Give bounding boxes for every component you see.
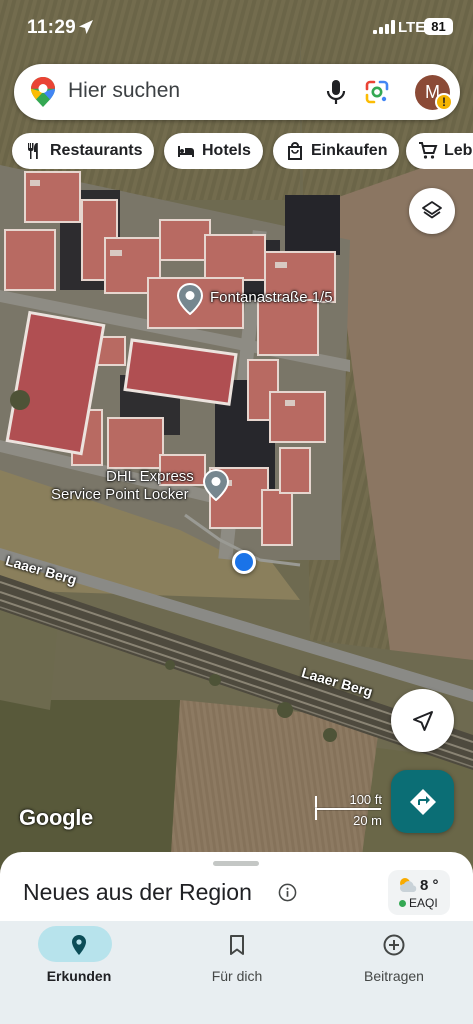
directions-button[interactable]: [391, 770, 454, 833]
chip-label: Einkaufen: [311, 142, 388, 159]
search-bar[interactable]: Hier suchen M !: [14, 64, 460, 120]
nav-tab-erkunden[interactable]: Erkunden: [0, 921, 158, 1001]
shopping-bag-icon: [288, 142, 302, 160]
chip-label: Restaurants: [50, 142, 143, 159]
chip-hotels[interactable]: Hotels: [164, 133, 263, 169]
google-attribution: Google: [19, 805, 93, 830]
search-input[interactable]: Hier suchen: [68, 79, 180, 103]
battery-indicator: 81: [424, 18, 453, 35]
microphone-icon[interactable]: [323, 78, 349, 106]
fork-knife-icon: [28, 143, 38, 159]
chip-einkaufen[interactable]: Einkaufen: [273, 133, 400, 169]
sheet-drag-handle[interactable]: [213, 861, 259, 866]
network-type: LTE: [398, 19, 426, 36]
category-chips: Restaurants Hotels Einkaufen Lebe: [0, 133, 473, 169]
signal-bars-icon: [373, 20, 395, 34]
chip-restaurants[interactable]: Restaurants: [12, 133, 155, 169]
scale-bar: [315, 808, 381, 810]
sheet-title: Neues aus der Region: [23, 879, 252, 905]
current-location-dot[interactable]: [232, 550, 256, 574]
my-location-button[interactable]: [391, 689, 454, 752]
nav-tab-fuer-dich[interactable]: Für dich: [158, 921, 316, 1001]
scale-imperial: 100 ft: [349, 792, 382, 807]
bed-icon: [178, 146, 194, 157]
google-maps-pin-icon: [31, 77, 55, 107]
nav-label: Für dich: [211, 968, 263, 984]
cart-icon: [419, 142, 438, 159]
warning-badge-icon: !: [435, 93, 453, 111]
directions-icon: [409, 788, 436, 815]
nav-label: Erkunden: [46, 968, 112, 984]
plus-circle-icon: [383, 934, 405, 956]
weather-chip[interactable]: 8 ° EAQI: [388, 870, 450, 915]
place-label-dhl-line2[interactable]: Service Point Locker: [51, 486, 189, 503]
place-label-fontanastrasse[interactable]: Fontanastraße 1/5: [210, 289, 333, 306]
place-label-dhl-line1[interactable]: DHL Express: [106, 468, 194, 485]
bookmark-icon: [230, 935, 244, 955]
nav-tab-beitragen[interactable]: Beitragen: [315, 921, 473, 1001]
info-icon[interactable]: [278, 883, 297, 902]
navigation-arrow-icon: [412, 710, 433, 731]
map-scale: 100 ft 20 m: [312, 792, 382, 832]
weather-temperature: 8 °: [420, 877, 439, 894]
chip-label: Hotels: [202, 142, 251, 159]
place-marker-icon[interactable]: [177, 283, 203, 315]
location-arrow-icon: [79, 20, 93, 34]
layers-icon: [422, 201, 442, 219]
bottom-navigation: Erkunden Für dich Beitragen: [0, 921, 473, 1024]
status-bar: 11:29 LTE 81: [0, 0, 473, 56]
chip-label: Lebe: [444, 142, 473, 159]
status-time: 11:29: [27, 17, 77, 38]
nav-label: Beitragen: [364, 968, 424, 984]
air-quality-label: EAQI: [409, 896, 438, 910]
scale-metric: 20 m: [353, 813, 382, 828]
explore-pin-icon: [72, 935, 86, 955]
scale-tick: [315, 808, 317, 820]
layers-button[interactable]: [409, 188, 455, 234]
partly-cloudy-icon: [400, 878, 417, 892]
air-quality-dot: [399, 900, 406, 907]
google-lens-icon[interactable]: [363, 78, 391, 106]
chip-lebensmittel[interactable]: Lebe: [406, 133, 473, 169]
region-news-sheet[interactable]: Neues aus der Region 8 ° EAQI: [0, 852, 473, 922]
place-marker-icon[interactable]: [203, 469, 229, 501]
